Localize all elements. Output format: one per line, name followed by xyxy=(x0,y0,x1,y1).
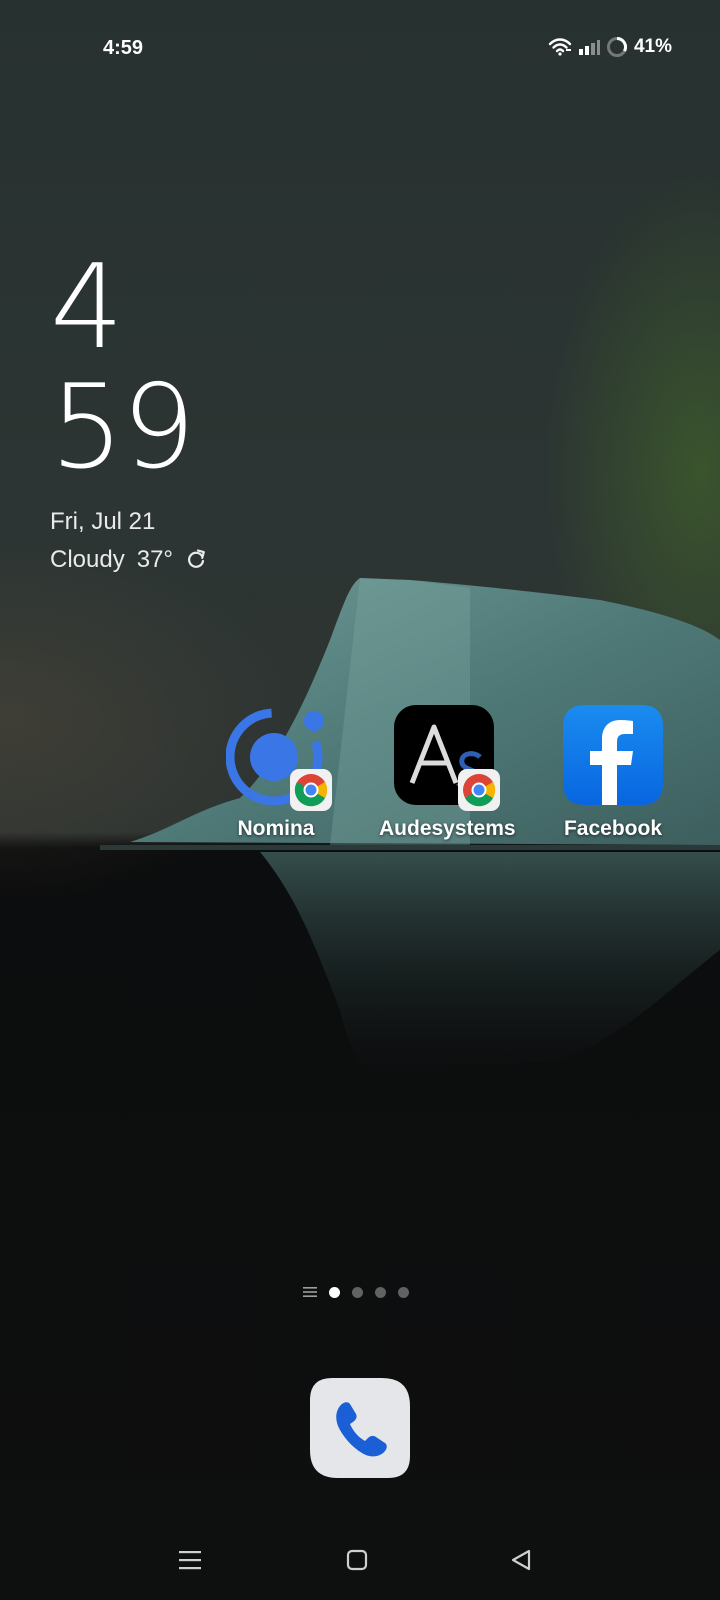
clock-minute: 59 xyxy=(50,360,196,495)
app-drawer-lines-icon[interactable] xyxy=(303,1286,317,1298)
status-icons: 41% xyxy=(548,36,672,58)
signal-icon xyxy=(578,40,600,55)
clock-widget[interactable]: 4 59 Fri, Jul 21 Cloudy 37° xyxy=(50,248,207,574)
weather-condition: Cloudy xyxy=(50,546,125,573)
app-audesystems[interactable]: Audesystems xyxy=(379,705,516,841)
phone-app[interactable] xyxy=(310,1378,410,1478)
status-bar: 4:59 41% xyxy=(0,0,720,96)
chrome-badge-icon xyxy=(290,769,332,811)
menu-icon[interactable] xyxy=(170,1540,210,1580)
chrome-badge-icon xyxy=(458,769,500,811)
weather-line: Cloudy 37° xyxy=(50,546,207,574)
clock-hour: 4 xyxy=(50,240,124,375)
refresh-icon[interactable] xyxy=(185,549,207,571)
status-time: 4:59 xyxy=(103,37,144,59)
app-label: Audesystems xyxy=(379,817,516,840)
page-dot-4[interactable] xyxy=(398,1286,409,1298)
page-dot-3[interactable] xyxy=(375,1286,386,1298)
page-dot-1[interactable] xyxy=(329,1286,340,1298)
nomina-icon xyxy=(225,705,332,811)
back-icon[interactable] xyxy=(501,1540,541,1580)
app-label: Nomina xyxy=(237,817,315,840)
battery-percent: 41% xyxy=(633,36,672,57)
app-label: Facebook xyxy=(563,817,663,840)
phone-icon xyxy=(310,1378,410,1478)
home-icon[interactable] xyxy=(337,1540,377,1580)
date-text: Fri, Jul 21 xyxy=(50,508,156,535)
audesystems-icon xyxy=(394,705,500,811)
temperature: 37° xyxy=(136,546,174,573)
app-nomina[interactable]: Nomina xyxy=(211,705,341,841)
facebook-icon xyxy=(563,705,663,805)
battery-ring-icon xyxy=(606,37,627,57)
app-facebook[interactable]: Facebook xyxy=(548,705,678,841)
page-dot-2[interactable] xyxy=(352,1286,363,1298)
wifi-icon xyxy=(548,38,572,56)
navigation-bar xyxy=(0,1540,720,1588)
page-indicator[interactable] xyxy=(303,1286,409,1298)
